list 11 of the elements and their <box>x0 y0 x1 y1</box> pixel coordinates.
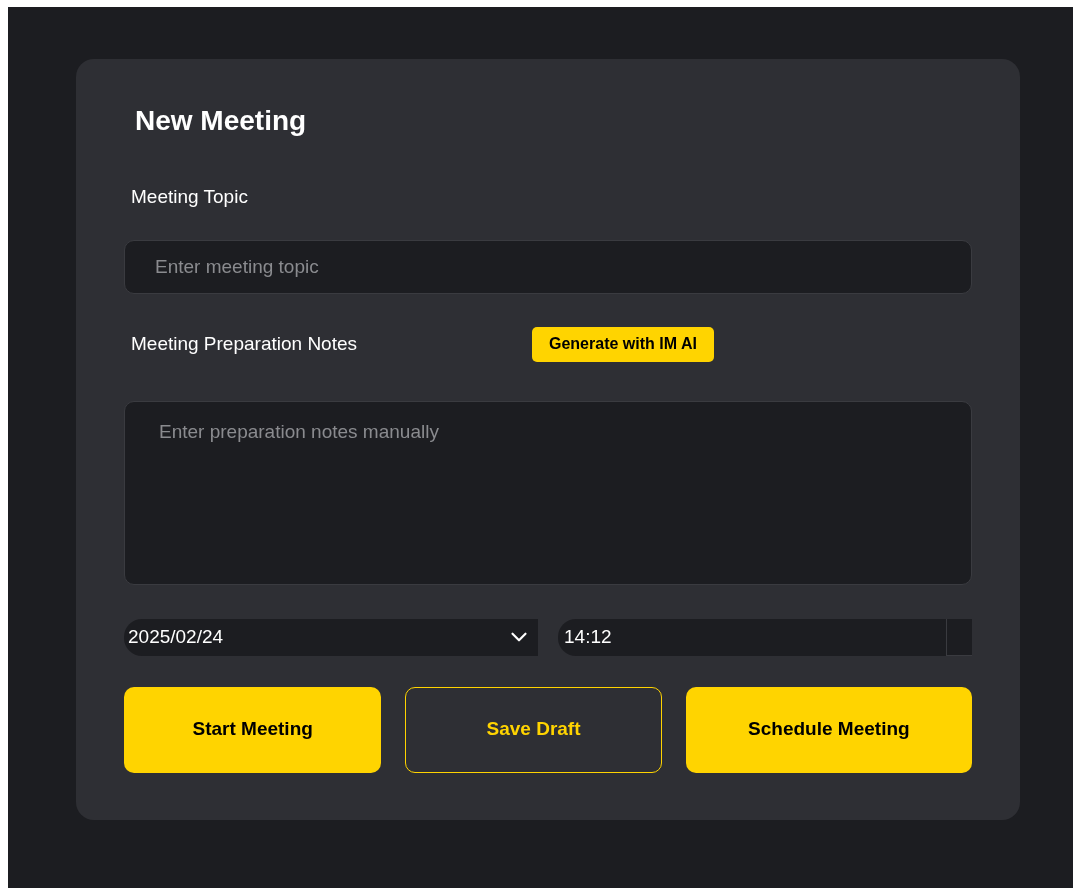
form-title: New Meeting <box>135 104 307 138</box>
action-button[interactable]: Start Meeting <box>124 686 382 773</box>
topic-input[interactable]: Enter meeting topic <box>124 239 972 294</box>
generate-ai-button[interactable]: Generate with IM AI <box>532 326 714 362</box>
action-button[interactable]: Schedule Meeting <box>685 686 972 773</box>
field-label: Meeting Preparation Notes <box>131 331 358 356</box>
field-label: Meeting Topic <box>131 185 248 209</box>
action-button[interactable]: Save Draft <box>405 686 662 773</box>
date-picker[interactable]: 2025/02/24 <box>124 618 538 656</box>
notes-textarea[interactable]: Enter preparation notes manually <box>124 400 972 585</box>
time-picker[interactable]: 14:12 <box>558 618 972 656</box>
